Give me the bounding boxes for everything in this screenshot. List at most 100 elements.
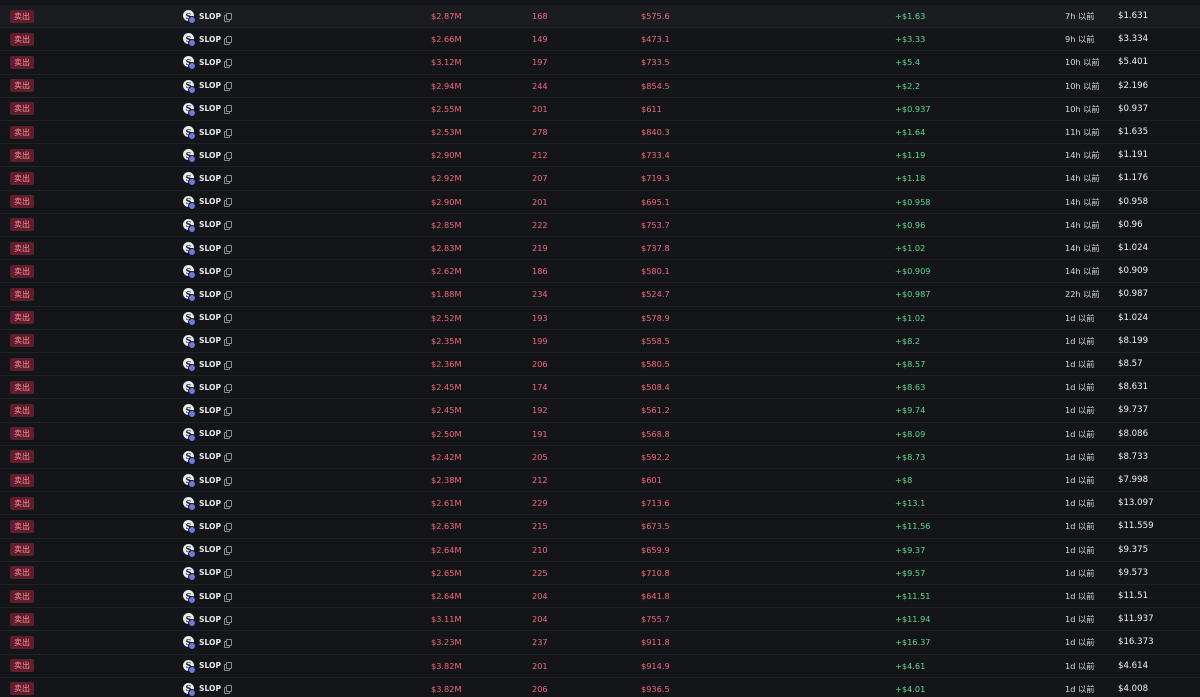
token-symbol[interactable]: SLOP (199, 128, 221, 137)
copy-icon[interactable] (224, 198, 233, 208)
token-symbol[interactable]: SLOP (199, 406, 221, 415)
token-cell[interactable]: SSLOP (183, 330, 233, 352)
copy-icon[interactable] (224, 592, 233, 602)
copy-icon[interactable] (224, 546, 233, 556)
token-symbol[interactable]: SLOP (199, 81, 221, 90)
trade-row[interactable]: 卖出 S SLOP $2.85M 222 $753.7 +$0.96 14h 以前 $0.96 (0, 214, 1200, 237)
token-cell[interactable]: SSLOP (183, 562, 233, 584)
token-symbol[interactable]: SLOP (199, 522, 221, 531)
token-cell[interactable]: SSLOP (183, 237, 233, 259)
trade-row[interactable]: 卖出 SSLOP $1.88M 234 $524.7 +$0.987 22h 以前 $0.98… (0, 283, 1200, 307)
copy-icon[interactable] (224, 662, 233, 672)
copy-icon[interactable] (224, 244, 233, 254)
token-cell[interactable]: SSLOP (183, 121, 233, 143)
token-cell[interactable]: SSLOP (183, 28, 233, 50)
trade-row[interactable]: 卖出 S SLOP $2.42M 205 $592.2 +$8.73 1d 以前 $8.733 (0, 446, 1200, 469)
token-cell[interactable]: SSLOP (183, 678, 233, 697)
trade-row[interactable]: 卖出 S SLOP $2.90M 201 $695.1 +$0.958 14h 以前 $0.95… (0, 191, 1200, 214)
copy-icon[interactable] (224, 360, 233, 370)
token-cell[interactable]: SSLOP (183, 655, 233, 677)
token-cell[interactable]: SSLOP (183, 98, 233, 120)
token-cell[interactable]: SSLOP (183, 585, 233, 607)
trade-row[interactable]: 卖出 SSLOP $3.23M 237 $911.8 +$16.37 1d 以前 $16.37… (0, 631, 1200, 655)
token-symbol[interactable]: SLOP (199, 58, 221, 67)
trade-row[interactable]: 卖出 S SLOP $2.62M 186 $580.1 +$0.909 14h 以前 $0.90… (0, 260, 1200, 284)
token-symbol[interactable]: SLOP (199, 220, 221, 229)
token-cell[interactable]: SSLOP (183, 608, 233, 630)
copy-icon[interactable] (224, 105, 233, 115)
token-cell[interactable]: SSLOP (183, 167, 233, 189)
token-cell[interactable]: SSLOP (183, 5, 233, 27)
trade-row[interactable]: 卖出 S SLOP $2.61M 229 $713.6 +$13.1 1d 以前 $13.097 (0, 492, 1200, 516)
token-symbol[interactable]: SLOP (199, 545, 221, 554)
copy-icon[interactable] (224, 128, 233, 138)
trade-row[interactable]: 卖出 S SLOP $2.65M 225 $710.8 +$9.57 1d 以前 $9.573 (0, 562, 1200, 585)
copy-icon[interactable] (224, 174, 233, 184)
token-symbol[interactable]: SLOP (199, 452, 221, 461)
trade-row[interactable]: 卖出 S SLOP $2.64M 210 $659.9 +$9.37 1d 以前 $9.375 (0, 539, 1200, 562)
copy-icon[interactable] (224, 638, 233, 648)
trade-row[interactable]: 卖出 SSLOP $2.63M 215 $673.5 +$11.56 1d 以前 $11.55… (0, 515, 1200, 539)
trade-row[interactable]: 卖出 S SLOP $2.66M 149 $473.1 +$3.33 9h 以前 $3.334 (0, 28, 1200, 52)
token-symbol[interactable]: SLOP (199, 151, 221, 160)
copy-icon[interactable] (224, 453, 233, 463)
token-symbol[interactable]: SLOP (199, 244, 221, 253)
token-cell[interactable]: SSLOP (183, 260, 233, 282)
token-symbol[interactable]: SLOP (199, 592, 221, 601)
token-symbol[interactable]: SLOP (199, 104, 221, 113)
token-symbol[interactable]: SLOP (199, 360, 221, 369)
trade-row[interactable]: 卖出 S SLOP $2.45M 174 $508.4 +$8.63 1d 以前 $8.631 (0, 376, 1200, 400)
token-symbol[interactable]: SLOP (199, 35, 221, 44)
trade-row[interactable]: 卖出 S SLOP $3.82M 206 $936.5 +$4.01 1d 以前 $4.008 (0, 678, 1200, 697)
trade-row[interactable]: 卖出 S SLOP $2.53M 278 $840.3 +$1.64 11h 以前 $1.635 (0, 121, 1200, 145)
copy-icon[interactable] (224, 476, 233, 486)
token-symbol[interactable]: SLOP (199, 174, 221, 183)
token-cell[interactable]: SSLOP (183, 446, 233, 468)
trade-row[interactable]: 卖出 S SLOP $2.38M 212 $601 +$8 1d 以前 $7.998 (0, 469, 1200, 493)
token-cell[interactable]: SSLOP (183, 307, 233, 329)
token-symbol[interactable]: SLOP (199, 476, 221, 485)
token-symbol[interactable]: SLOP (199, 429, 221, 438)
copy-icon[interactable] (224, 685, 233, 695)
token-symbol[interactable]: SLOP (199, 568, 221, 577)
copy-icon[interactable] (224, 522, 233, 532)
token-cell[interactable]: SSLOP (183, 214, 233, 236)
token-symbol[interactable]: SLOP (199, 661, 221, 670)
copy-icon[interactable] (224, 221, 233, 231)
token-cell[interactable]: SSLOP (183, 515, 233, 537)
trade-row[interactable]: 卖出 S SLOP $2.36M 206 $580.5 +$8.57 1d 以前 $8.57 (0, 353, 1200, 377)
token-symbol[interactable]: SLOP (199, 290, 221, 299)
token-cell[interactable]: SSLOP (183, 469, 233, 491)
token-symbol[interactable]: SLOP (199, 336, 221, 345)
token-cell[interactable]: SSLOP (183, 191, 233, 213)
trade-row[interactable]: 卖出 S SLOP $2.52M 193 $578.9 +$1.02 1d 以前 $1.024 (0, 307, 1200, 330)
copy-icon[interactable] (224, 499, 233, 509)
trade-row[interactable]: 卖出 S SLOP $3.82M 201 $914.9 +$4.61 1d 以前 $4.614 (0, 655, 1200, 678)
token-cell[interactable]: SSLOP (183, 399, 233, 421)
copy-icon[interactable] (224, 290, 233, 300)
token-cell[interactable]: SSLOP (183, 51, 233, 73)
token-symbol[interactable]: SLOP (199, 12, 221, 21)
token-symbol[interactable]: SLOP (199, 638, 221, 647)
token-cell[interactable]: SSLOP (183, 492, 233, 514)
trade-row[interactable]: 卖出 SSLOP $2.45M 192 $561.2 +$9.74 1d 以前 $9.737 (0, 399, 1200, 423)
trade-row[interactable]: 卖出 S SLOP $2.35M 199 $558.5 +$8.2 1d 以前 $8.199 (0, 330, 1200, 353)
token-cell[interactable]: SSLOP (183, 353, 233, 375)
trade-row[interactable]: 卖出 S SLOP $2.83M 219 $737.8 +$1.02 14h 以前 $1.024 (0, 237, 1200, 261)
token-cell[interactable]: SSLOP (183, 423, 233, 445)
copy-icon[interactable] (224, 151, 233, 161)
token-symbol[interactable]: SLOP (199, 383, 221, 392)
copy-icon[interactable] (224, 35, 233, 45)
copy-icon[interactable] (224, 569, 233, 579)
token-cell[interactable]: SSLOP (183, 631, 233, 653)
token-symbol[interactable]: SLOP (199, 197, 221, 206)
copy-icon[interactable] (224, 267, 233, 277)
token-cell[interactable]: SSLOP (183, 376, 233, 398)
trade-row[interactable]: 卖出 S SLOP $2.50M 191 $568.8 +$8.09 1d 以前 $8.086 (0, 423, 1200, 446)
token-symbol[interactable]: SLOP (199, 684, 221, 693)
copy-icon[interactable] (224, 12, 233, 22)
copy-icon[interactable] (224, 58, 233, 68)
copy-icon[interactable] (224, 82, 233, 92)
copy-icon[interactable] (224, 615, 233, 625)
token-symbol[interactable]: SLOP (199, 499, 221, 508)
